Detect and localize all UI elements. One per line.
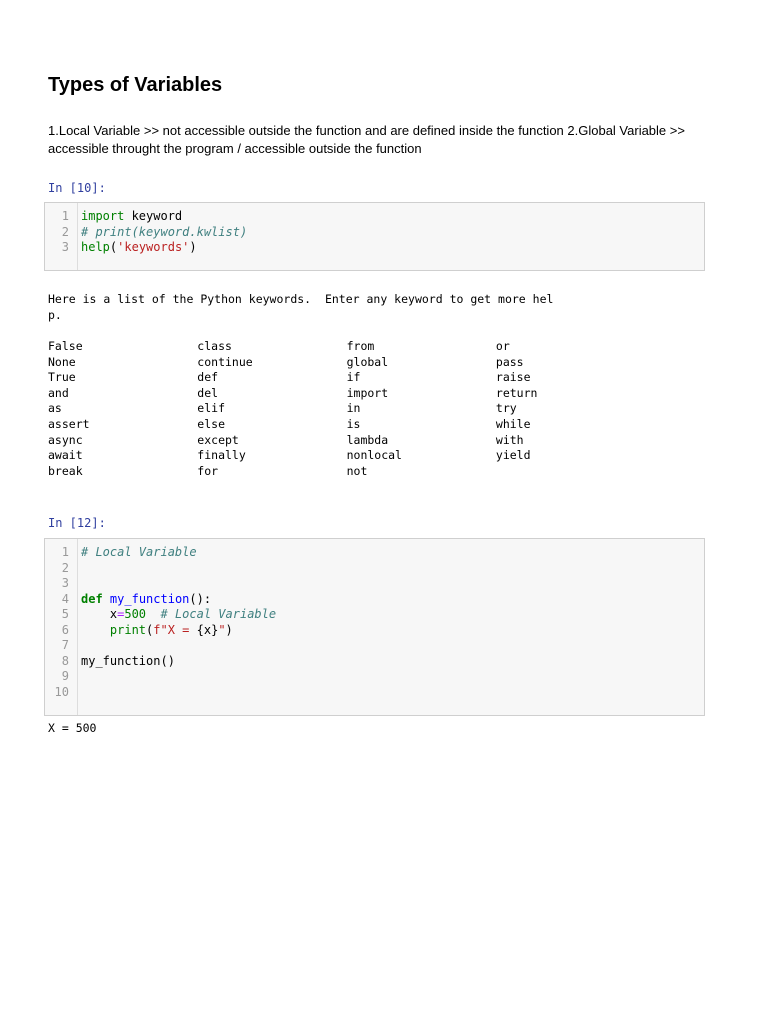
keyword-item: try	[495, 401, 517, 416]
code-line: 7	[45, 638, 704, 654]
code-token: print	[109, 622, 147, 637]
code-token: def	[81, 591, 103, 606]
code-token: import	[81, 209, 125, 223]
code-token: my_function()	[81, 653, 175, 668]
description-paragraph: 1.Local Variable >> not accessible outsi…	[48, 123, 685, 156]
keyword-item: or	[495, 339, 510, 353]
code-token: 500	[124, 607, 147, 621]
keyword-item: True	[48, 370, 76, 385]
code-token: keyword	[124, 209, 183, 223]
keyword-item: pass	[495, 354, 524, 369]
keyword-item: in	[346, 401, 361, 416]
line-number: 3	[61, 240, 69, 254]
line-number: 2	[61, 224, 69, 239]
code-lines[interactable]: 1 # Local Variable 2 3 4 def my_function(): 5 …	[45, 545, 704, 700]
keyword-item: finally	[197, 448, 246, 463]
keyword-item: raise	[495, 370, 531, 385]
keyword-item: if	[346, 370, 361, 385]
code-token: # Local Variable	[160, 607, 277, 621]
line-number: 6	[61, 622, 69, 637]
code-line: 5 x=500 # Local Variable	[45, 607, 704, 623]
line-number: 5	[61, 607, 69, 621]
line-number: 8	[61, 653, 69, 668]
code-line: 3 help('keywords')	[45, 240, 704, 256]
keyword-item: False	[48, 339, 83, 353]
code-token: # Local Variable	[81, 545, 197, 559]
keyword-table: False None True and as assert async await break c…	[48, 339, 688, 489]
line-number: 3	[61, 576, 69, 590]
keyword-item: import	[346, 385, 389, 400]
cell-prompt: In [10]:	[48, 181, 106, 195]
code-token: # print(keyword.kwlist)	[81, 224, 248, 239]
code-token: )	[225, 622, 233, 637]
keyword-item: class	[197, 339, 232, 353]
line-number: 9	[61, 669, 69, 683]
code-lines[interactable]: 1 import keyword 2 # print(keyword.kwlist) 3…	[45, 209, 704, 256]
code-line: 10	[45, 685, 704, 701]
keyword-item: lambda	[346, 432, 389, 447]
code-line: 8 my_function()	[45, 654, 704, 670]
keyword-item: None	[48, 354, 76, 369]
code-line: 3	[45, 576, 704, 592]
keyword-item: from	[346, 339, 375, 353]
code-line: 2 # print(keyword.kwlist)	[45, 225, 704, 241]
keyword-item: global	[346, 354, 389, 369]
keyword-item: async	[48, 432, 83, 447]
keyword-item: while	[495, 417, 531, 431]
keyword-item: except	[197, 432, 239, 447]
line-number: 10	[54, 684, 69, 699]
keyword-item: del	[197, 385, 219, 400]
line-number: 1	[61, 209, 69, 223]
code-token: f"X =	[153, 622, 197, 637]
cell-output-header: Here is a list of the Python keywords. E…	[48, 292, 554, 322]
code-line: 1 import keyword	[45, 209, 704, 225]
code-token: {x}	[196, 622, 219, 637]
keyword-item: else	[197, 417, 225, 431]
cell-output: X = 500	[48, 721, 97, 735]
keyword-item: def	[197, 370, 219, 385]
code-token: x	[81, 607, 118, 621]
line-number: 1	[61, 545, 69, 559]
code-token: my_function	[109, 591, 190, 606]
code-cell[interactable]: 1 import keyword 2 # print(keyword.kwlist) 3…	[44, 202, 705, 271]
code-token: "	[218, 622, 226, 637]
line-number: 2	[61, 560, 69, 575]
code-token: 'keywords'	[117, 240, 190, 254]
keyword-item: for	[197, 463, 219, 478]
code-token: )	[189, 240, 197, 254]
keyword-item: await	[48, 448, 83, 463]
keyword-item: break	[48, 463, 83, 478]
code-line: 1 # Local Variable	[45, 545, 704, 561]
code-line: 4 def my_function():	[45, 592, 704, 608]
keyword-item: nonlocal	[346, 448, 402, 463]
code-token: help	[81, 240, 110, 254]
code-line: 9	[45, 669, 704, 685]
keyword-item: yield	[495, 448, 531, 463]
line-number: 7	[61, 638, 69, 652]
keyword-item: with	[495, 432, 524, 447]
page-title: Types of Variables	[48, 74, 223, 96]
keyword-item: assert	[48, 417, 90, 431]
keyword-item: elif	[197, 401, 225, 416]
code-line: 6 print(f"X = {x}")	[45, 623, 704, 639]
keyword-item: not	[346, 463, 368, 478]
line-number: 4	[61, 591, 69, 606]
keyword-item: return	[495, 385, 538, 400]
keyword-item: continue	[197, 354, 253, 369]
keyword-item: is	[346, 417, 361, 431]
keyword-item: and	[48, 385, 69, 400]
code-cell[interactable]: 1 # Local Variable 2 3 4 def my_function(): 5 …	[44, 538, 705, 716]
cell-prompt: In [12]:	[48, 516, 106, 530]
keyword-item: as	[48, 401, 62, 416]
code-token: ():	[189, 591, 212, 606]
code-line: 2	[45, 561, 704, 577]
